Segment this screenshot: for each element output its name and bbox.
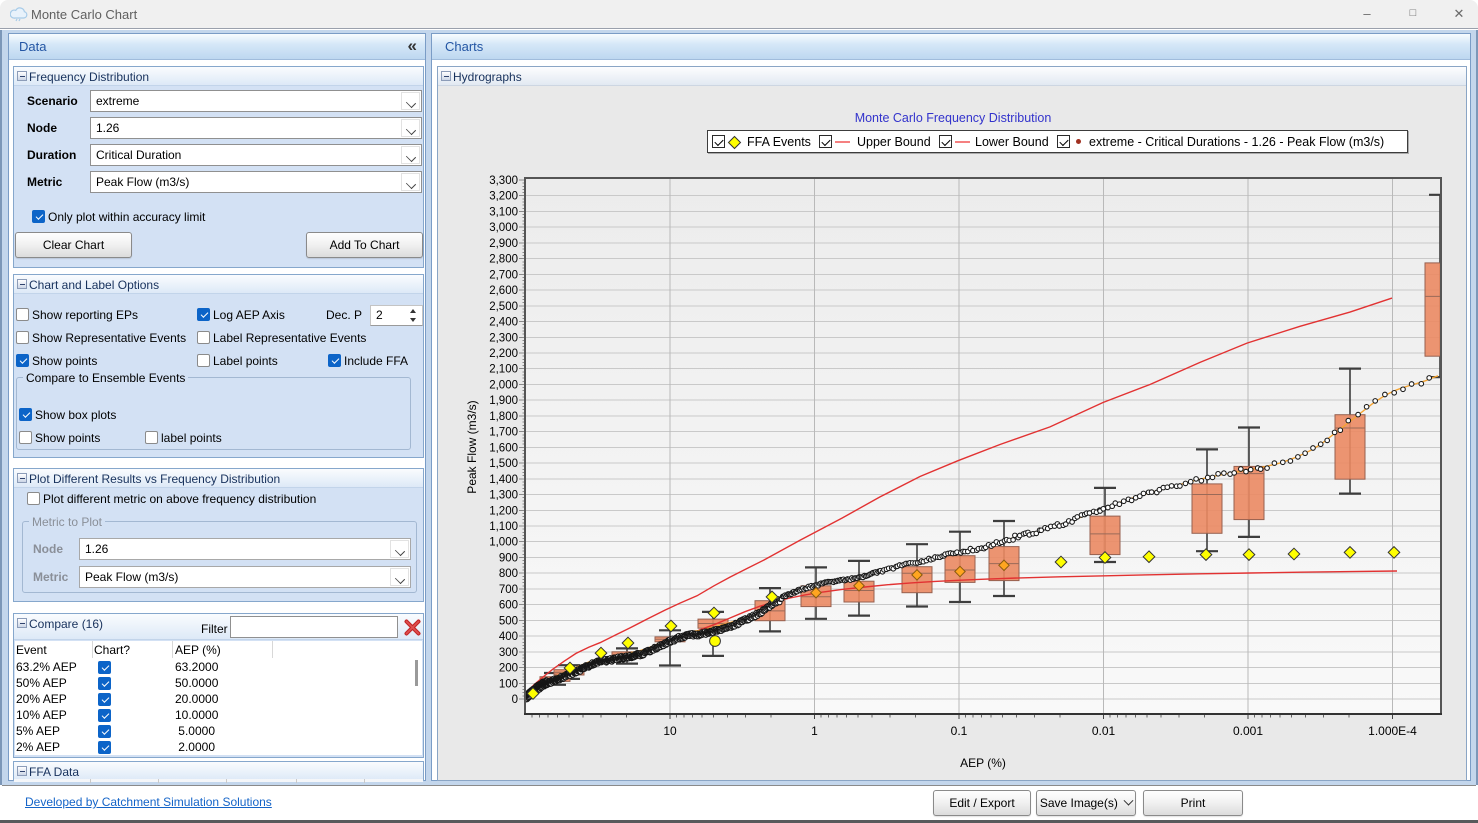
- svg-text:3,000: 3,000: [489, 222, 518, 234]
- svg-text:2,500: 2,500: [489, 301, 518, 313]
- svg-text:2,400: 2,400: [489, 317, 518, 329]
- svg-text:Peak Flow (m3/s): Peak Flow (m3/s): [465, 400, 479, 493]
- svg-text:100: 100: [499, 678, 518, 690]
- svg-text:3,300: 3,300: [489, 175, 518, 187]
- svg-text:300: 300: [499, 647, 518, 659]
- svg-text:2,800: 2,800: [489, 254, 518, 266]
- svg-text:400: 400: [499, 631, 518, 643]
- svg-text:700: 700: [499, 584, 518, 596]
- svg-text:1.000E-4: 1.000E-4: [1368, 724, 1417, 738]
- svg-text:2,200: 2,200: [489, 348, 518, 360]
- svg-text:1,100: 1,100: [489, 521, 518, 533]
- svg-text:0.01: 0.01: [1092, 724, 1116, 738]
- svg-text:1,600: 1,600: [489, 442, 518, 454]
- svg-text:1,700: 1,700: [489, 427, 518, 439]
- svg-text:2,700: 2,700: [489, 269, 518, 281]
- svg-text:200: 200: [499, 663, 518, 675]
- svg-text:10: 10: [663, 724, 677, 738]
- svg-text:1,300: 1,300: [489, 490, 518, 502]
- svg-text:1,900: 1,900: [489, 395, 518, 407]
- svg-text:1,500: 1,500: [489, 458, 518, 470]
- svg-text:2,600: 2,600: [489, 285, 518, 297]
- svg-text:1,000: 1,000: [489, 537, 518, 549]
- svg-text:2,900: 2,900: [489, 238, 518, 250]
- svg-text:900: 900: [499, 553, 518, 565]
- svg-text:800: 800: [499, 568, 518, 580]
- svg-text:1,400: 1,400: [489, 474, 518, 486]
- svg-text:1,800: 1,800: [489, 411, 518, 423]
- svg-text:3,200: 3,200: [489, 191, 518, 203]
- svg-text:2,100: 2,100: [489, 364, 518, 376]
- svg-text:0.1: 0.1: [951, 724, 968, 738]
- svg-text:500: 500: [499, 615, 518, 627]
- svg-text:AEP (%): AEP (%): [960, 756, 1006, 770]
- svg-text:3,100: 3,100: [489, 207, 518, 219]
- svg-text:1: 1: [811, 724, 818, 738]
- svg-text:1,200: 1,200: [489, 505, 518, 517]
- svg-text:2,000: 2,000: [489, 380, 518, 392]
- svg-text:600: 600: [499, 600, 518, 612]
- svg-text:0: 0: [512, 694, 518, 706]
- svg-text:2,300: 2,300: [489, 332, 518, 344]
- svg-text:0.001: 0.001: [1233, 724, 1263, 738]
